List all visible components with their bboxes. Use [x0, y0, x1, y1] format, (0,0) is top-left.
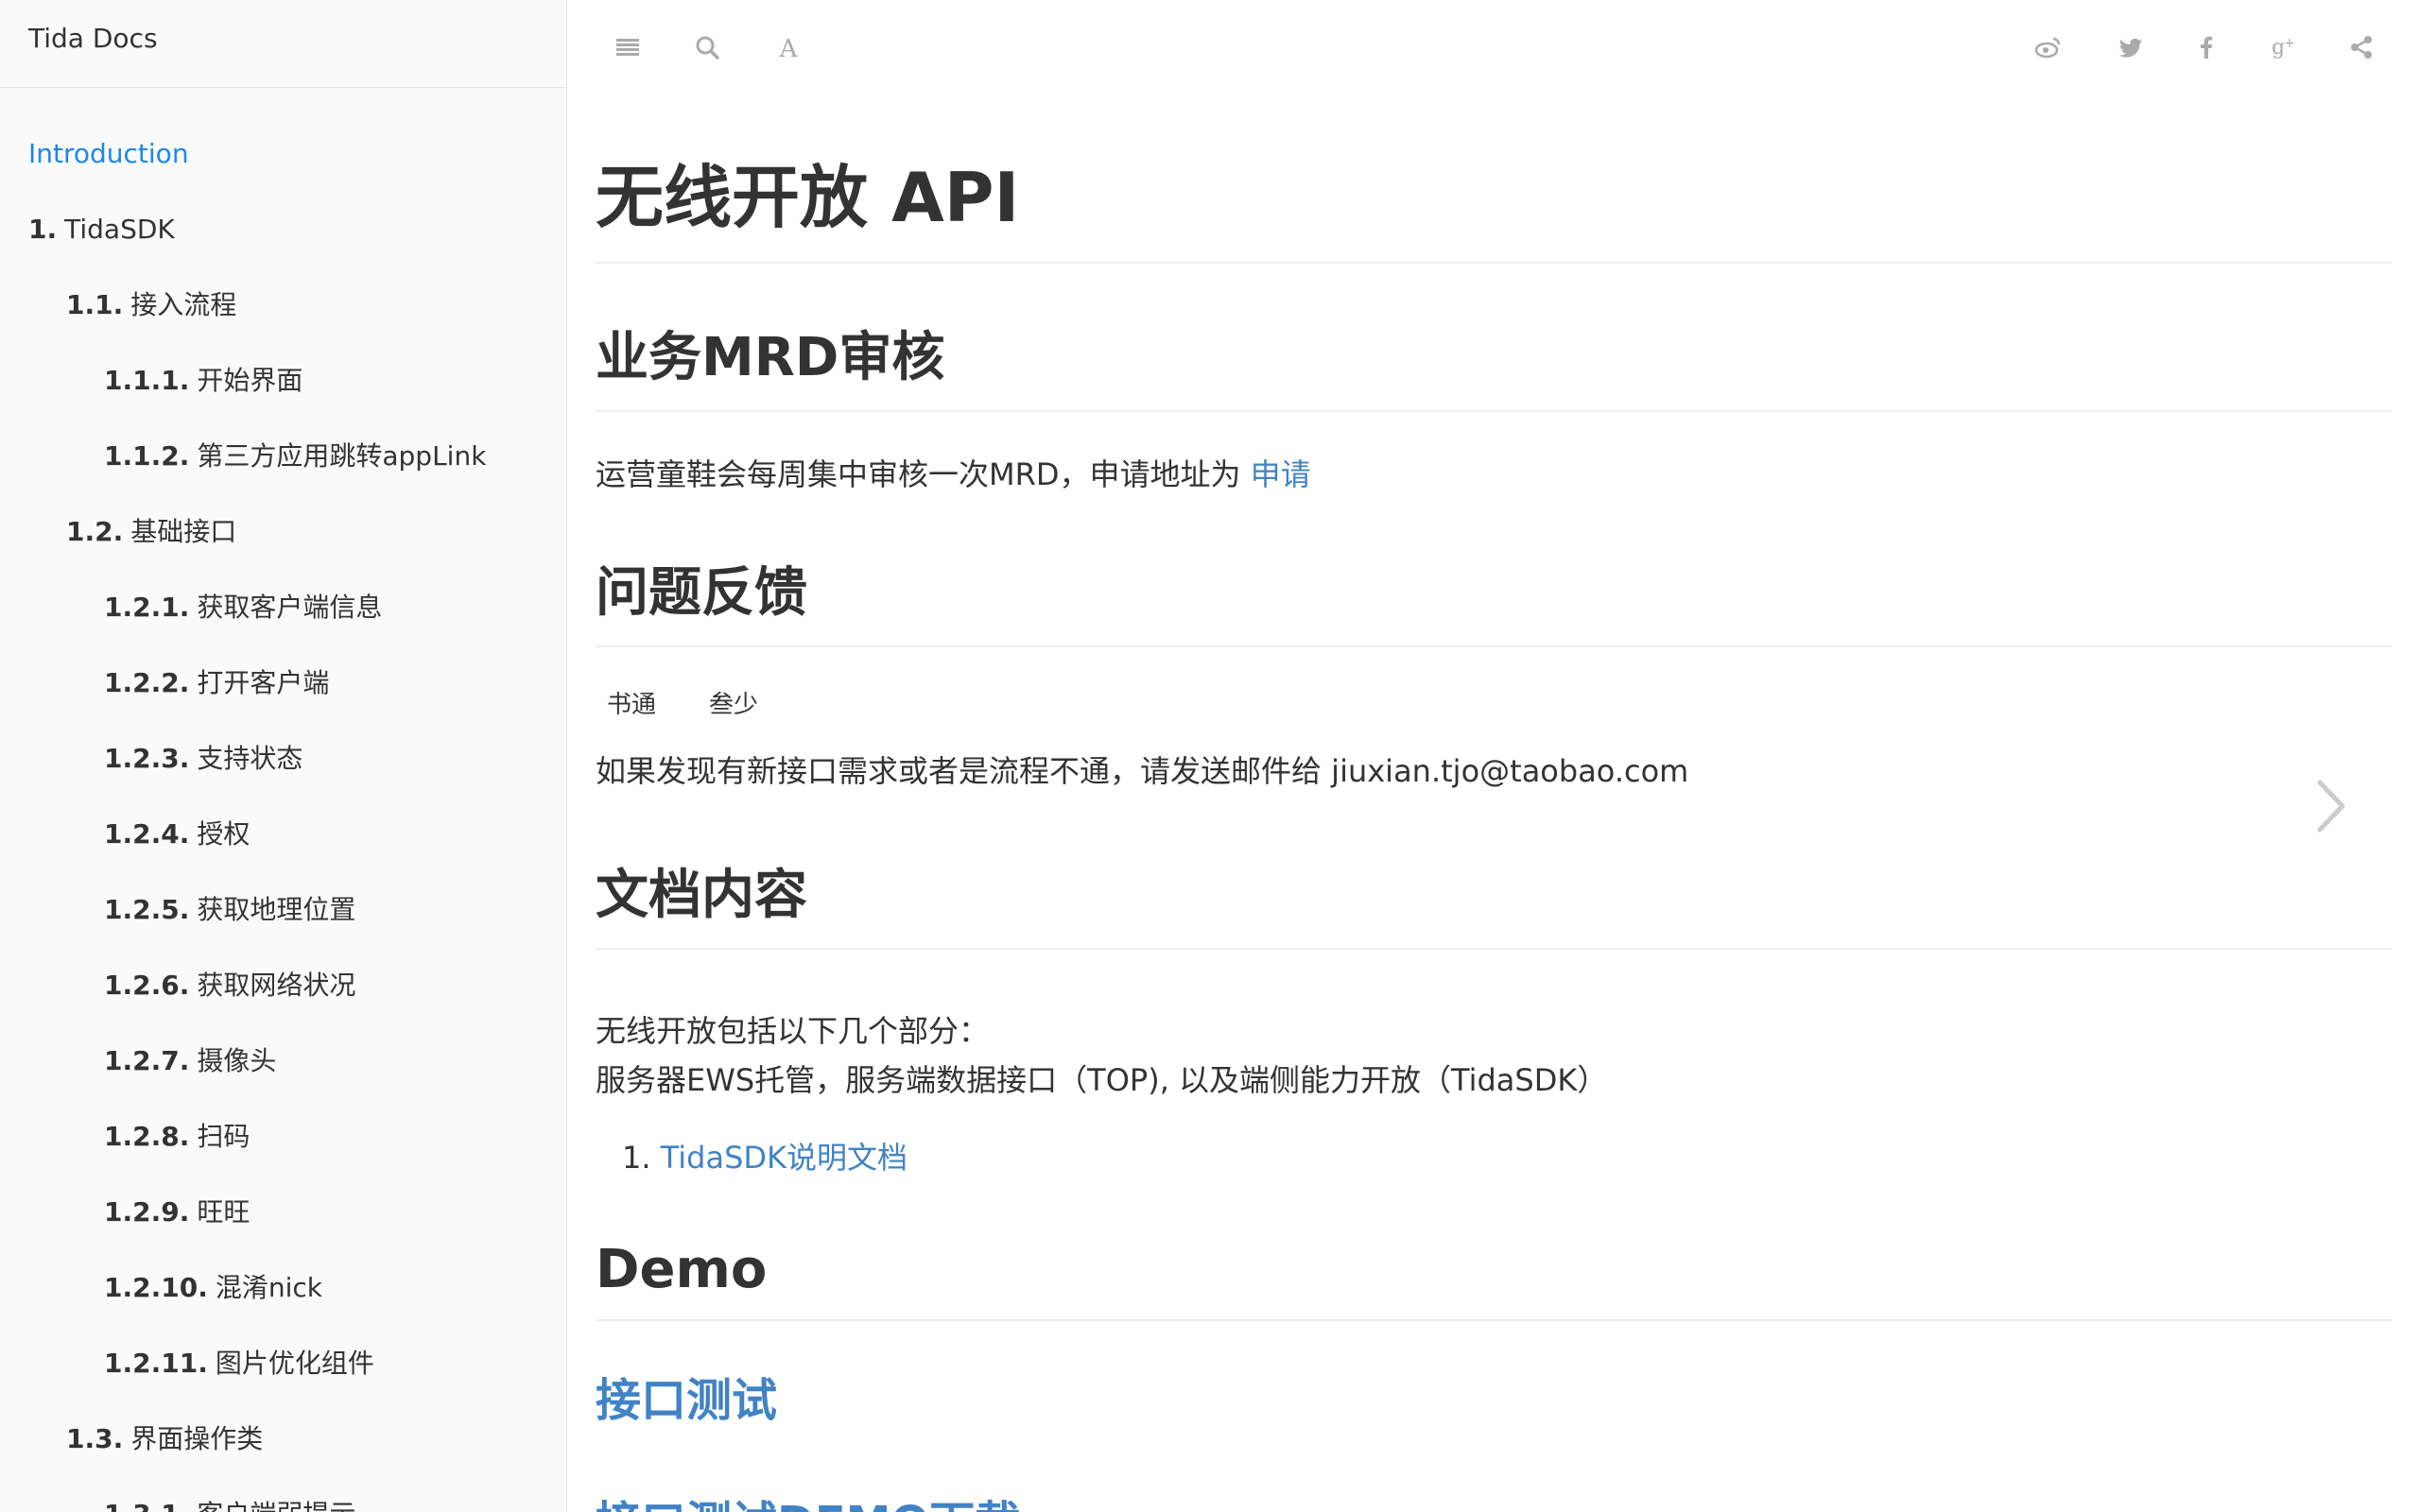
sidebar-item-number: 1.2.6. [104, 970, 190, 1001]
apply-link[interactable]: 申请 [1251, 456, 1311, 492]
page-content: 无线开放 API 业务MRD审核 运营童鞋会每周集中审核一次MRD，申请地址为 … [596, 94, 2392, 1512]
feedback-contacts: 书通 叁少 [596, 685, 2392, 720]
sidebar-item[interactable]: 1. TidaSDK [0, 192, 566, 267]
contact-shutong[interactable]: 书通 [607, 685, 656, 720]
sidebar-item[interactable]: 1.2.7. 摄像头 [0, 1023, 566, 1099]
sidebar-item-number: 1.2.7. [104, 1045, 190, 1076]
docs-list-num: 1. [622, 1140, 651, 1176]
mrd-paragraph: 运营童鞋会每周集中审核一次MRD，申请地址为 申请 [596, 450, 2392, 499]
search-icon[interactable] [686, 26, 728, 68]
sidebar-item[interactable]: 1.2.2. 打开客户端 [0, 645, 566, 721]
sidebar-item[interactable]: 1.2.3. 支持状态 [0, 721, 566, 797]
book-title[interactable]: Tida Docs [28, 23, 538, 54]
feedback-text: 如果发现有新接口需求或者是流程不通，请发送邮件给 jiuxian.tjo@tao… [596, 753, 1689, 789]
section-heading-demo: Demo [596, 1239, 2392, 1321]
sidebar-item[interactable]: 1.3.1. 客户端弱提示 [0, 1477, 566, 1512]
sidebar-item-number: 1.2.2. [104, 667, 190, 698]
summary-nav: Introduction 1. TidaSDK 1.1. 接入流程 1.1.1. 开始界面 1… [0, 88, 566, 1512]
sidebar-item-number: 1. [28, 214, 58, 245]
sidebar-item-label: 混淆nick [215, 1272, 322, 1303]
page-title: 无线开放 API [596, 94, 2392, 264]
font-settings-icon[interactable]: A [768, 26, 809, 68]
svg-text:+: + [2284, 36, 2295, 51]
facebook-icon[interactable] [2186, 26, 2227, 68]
sidebar-item-number: 1.2.8. [104, 1121, 190, 1152]
api-demo-download-link[interactable]: 接口测试DEMO下载 [596, 1497, 1020, 1512]
sidebar-item-number: 1.2.9. [104, 1196, 190, 1228]
sidebar-item-number: 1.2.10. [104, 1272, 208, 1303]
sidebar-item[interactable]: 1.2.4. 授权 [0, 797, 566, 872]
sidebar-header: Tida Docs [0, 0, 566, 88]
toolbar: A g + [567, 0, 2420, 94]
sidebar-item[interactable]: 1.2.6. 获取网络状况 [0, 948, 566, 1023]
sidebar-item-label: 摄像头 [197, 1045, 277, 1076]
menu-icon[interactable] [607, 26, 648, 68]
sidebar-item-number: 1.3. [66, 1423, 124, 1454]
sidebar-item-number: 1.2.4. [104, 818, 190, 850]
sidebar-item-number: 1.2.5. [104, 894, 190, 925]
sidebar-item-label: 授权 [197, 818, 251, 850]
sidebar-item[interactable]: 1.2.8. 扫码 [0, 1099, 566, 1175]
sidebar-item-label: 支持状态 [197, 743, 303, 774]
sidebar-item-number: 1.2.1. [104, 592, 190, 623]
google-plus-icon[interactable]: g + [2261, 26, 2303, 68]
sidebar-item-number: 1.2.11. [104, 1348, 208, 1379]
api-demo-download-heading: 接口测试DEMO下载 [596, 1486, 2392, 1512]
tidasdk-docs-link[interactable]: TidaSDK说明文档 [661, 1140, 908, 1176]
sidebar-item-label: 打开客户端 [197, 667, 330, 698]
sidebar-item-label: 获取网络状况 [197, 970, 356, 1001]
sidebar-item-label: 获取地理位置 [197, 894, 356, 925]
api-test-link[interactable]: 接口测试 [596, 1374, 777, 1427]
sidebar-item[interactable]: 1.3. 界面操作类 [0, 1401, 566, 1477]
svg-text:g: g [2272, 36, 2285, 60]
sidebar-item-number: 1.2. [66, 516, 124, 547]
sidebar-item-label: 第三方应用跳转appLink [197, 440, 487, 472]
section-heading-mrd: 业务MRD审核 [596, 315, 2392, 412]
docs-intro-line: 无线开放包括以下几个部分： [596, 1013, 990, 1049]
next-page-arrow-icon[interactable] [2307, 775, 2354, 837]
api-test-heading: 接口测试 [596, 1363, 2392, 1429]
section-heading-feedback: 问题反馈 [596, 550, 2392, 647]
docs-list-item: 1. TidaSDK说明文档 [622, 1133, 2392, 1182]
gitbook-app: Tida Docs Introduction 1. TidaSDK 1.1. 接入流程 1… [0, 0, 2420, 1512]
sidebar-item-label: 获取客户端信息 [197, 592, 383, 623]
sidebar-item-label: 接入流程 [130, 289, 237, 320]
sidebar-item-label: 图片优化组件 [215, 1348, 374, 1379]
sidebar-item[interactable]: 1.2.9. 旺旺 [0, 1175, 566, 1250]
docs-list: 1. TidaSDK说明文档 [596, 1133, 2392, 1182]
sidebar-item-label: Introduction [28, 138, 189, 169]
sidebar-item[interactable]: 1.1.2. 第三方应用跳转appLink [0, 419, 566, 494]
twitter-icon[interactable] [2110, 26, 2152, 68]
svg-text:A: A [779, 35, 799, 61]
sidebar-item[interactable]: 1.2. 基础接口 [0, 494, 566, 570]
sidebar-item-number: 1.2.3. [104, 743, 190, 774]
sidebar-item[interactable]: 1.2.1. 获取客户端信息 [0, 570, 566, 645]
sidebar-item[interactable]: Introduction [0, 116, 566, 192]
sidebar-item-number: 1.1. [66, 289, 124, 320]
sidebar-item-label: 基础接口 [130, 516, 237, 547]
sidebar-item-label: 扫码 [197, 1121, 251, 1152]
sidebar-item[interactable]: 1.2.10. 混淆nick [0, 1250, 566, 1326]
sidebar-item[interactable]: 1.1. 接入流程 [0, 267, 566, 343]
mrd-text: 运营童鞋会每周集中审核一次MRD，申请地址为 [596, 456, 1251, 492]
sidebar: Tida Docs Introduction 1. TidaSDK 1.1. 接入流程 1… [0, 0, 567, 1512]
sidebar-item-number: 1.1.1. [104, 365, 190, 396]
sidebar-item-label: TidaSDK [64, 214, 175, 245]
sidebar-item[interactable]: 1.2.5. 获取地理位置 [0, 872, 566, 948]
docs-parts-line: 服务器EWS托管，服务端数据接口（TOP), 以及端侧能力开放（TidaSDK） [596, 1062, 1608, 1098]
share-icon[interactable] [2341, 26, 2382, 68]
sidebar-item-number: 1.3.1. [104, 1499, 189, 1512]
sidebar-item-number: 1.1.2. [104, 440, 190, 472]
sidebar-item[interactable]: 1.2.11. 图片优化组件 [0, 1326, 566, 1401]
sidebar-item[interactable]: 1.1.1. 开始界面 [0, 343, 566, 419]
sidebar-item-label: 客户端弱提示 [197, 1499, 355, 1512]
contact-sanshao[interactable]: 叁少 [709, 685, 758, 720]
sidebar-item-label: 界面操作类 [130, 1423, 264, 1454]
section-heading-docs: 文档内容 [596, 852, 2392, 950]
sidebar-item-label: 开始界面 [197, 365, 303, 396]
sidebar-item-label: 旺旺 [197, 1196, 251, 1228]
weibo-icon[interactable] [2028, 26, 2069, 68]
